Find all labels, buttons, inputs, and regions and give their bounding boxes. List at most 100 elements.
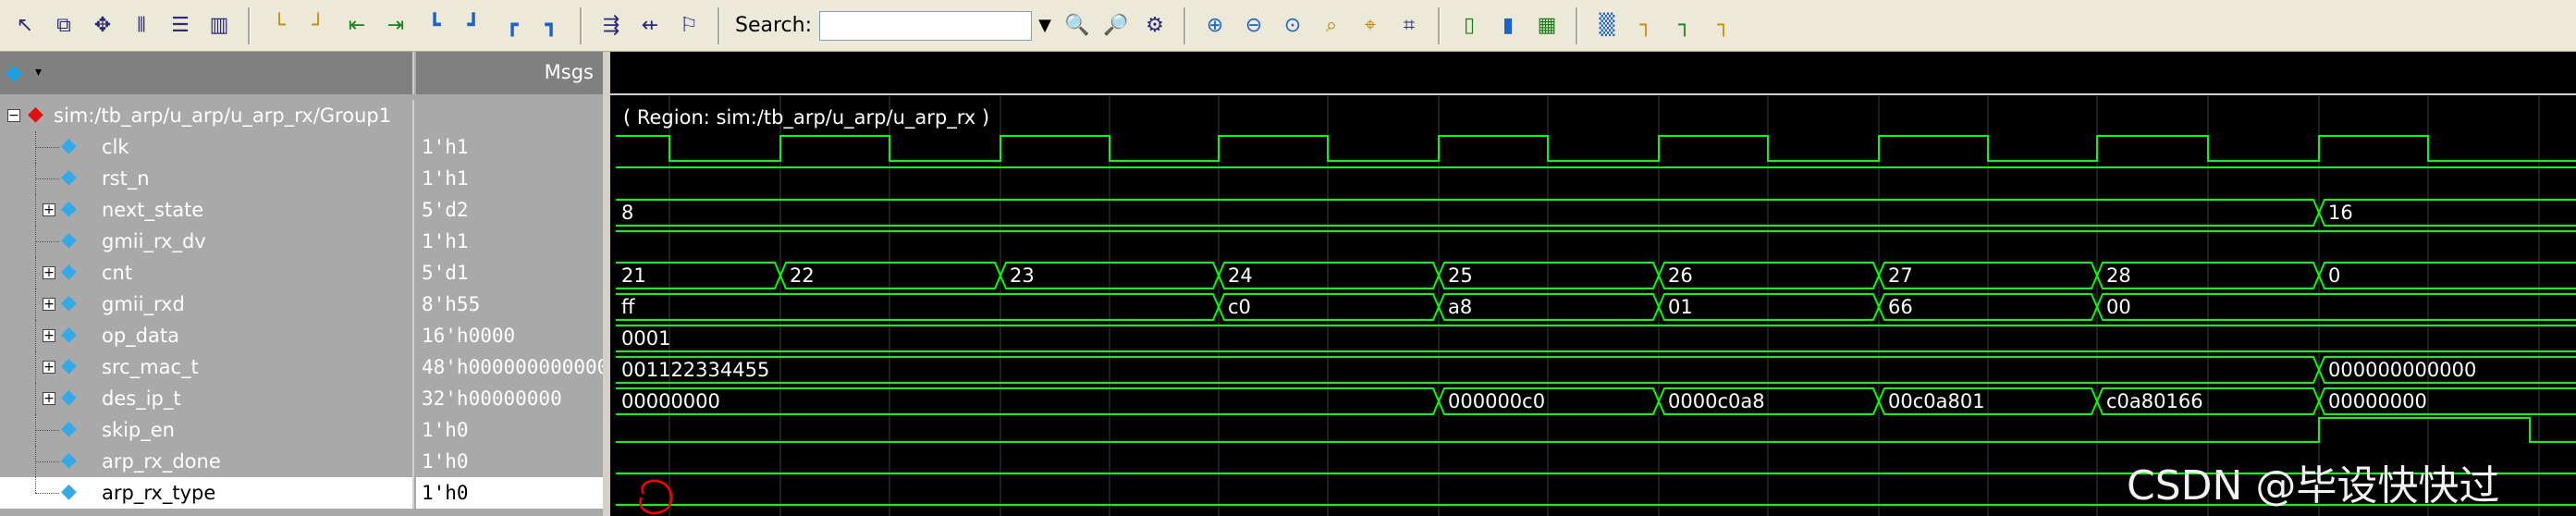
collapse-icon[interactable]: − <box>7 109 20 122</box>
signal-icon: ◆ <box>61 228 77 252</box>
signal-row-gmii-rxd[interactable]: + ◆ gmii_rxd 8'h55 <box>0 289 603 320</box>
signal-row-op-data[interactable]: + ◆ op_data 16'h0000 <box>0 320 603 351</box>
signal-row-gmii-rx-dv[interactable]: ◆ gmii_rx_dv 1'h1 <box>0 226 603 257</box>
signal-value: 1'h0 <box>422 419 469 441</box>
next-edge-icon[interactable]: ⇥ <box>378 8 413 43</box>
bus-icon: ◆ <box>61 323 77 346</box>
signal-row-arp-rx-done[interactable]: ◆ arp_rx_done 1'h0 <box>0 446 603 477</box>
signal-value: 32'h00000000 <box>422 387 562 410</box>
prev-falling-edge-icon[interactable]: ┗ <box>417 8 452 43</box>
insert-cursor-icon[interactable]: └ <box>262 8 297 43</box>
cnt-bus: 21 22 23 24 25 26 27 28 0 <box>616 262 2576 289</box>
prev-edge-icon[interactable]: ⇤ <box>339 8 374 43</box>
msgs-header: Msgs <box>416 52 603 94</box>
signal-icon: ◆ <box>61 134 77 157</box>
search-input[interactable] <box>819 10 1032 41</box>
toolbar-separator <box>1576 6 1578 44</box>
zoom-window-icon[interactable]: ⧉ <box>46 8 81 43</box>
waveform-canvas: ( Region: sim:/tb_arp/u_arp/u_arp_rx ) 8… <box>610 52 2576 516</box>
expand-icon[interactable]: + <box>43 329 55 342</box>
list-cursor-icon[interactable]: ☰ <box>163 8 198 43</box>
signal-panel: ◆ ▾ Msgs − ◆ sim:/tb_arp/u_arp/u_arp_rx/… <box>0 52 608 516</box>
signal-row-clk[interactable]: ◆ clk 1'h1 <box>0 131 603 163</box>
bus-label: 28 <box>2106 264 2131 287</box>
pan-icon[interactable]: ✥ <box>85 8 120 43</box>
zoom-in-icon[interactable]: ⊕ <box>1197 8 1233 43</box>
toolbar-separator <box>248 6 251 44</box>
cursor-bars-icon[interactable]: ⫴ <box>124 8 159 43</box>
zoom-last-icon[interactable]: ⌗ <box>1392 8 1427 43</box>
bus-label: 00000000 <box>621 390 720 412</box>
signal-value: 1'h0 <box>416 477 603 509</box>
expand-icon[interactable]: + <box>43 203 55 216</box>
wave-style-3-icon[interactable]: ┐ <box>1667 8 1702 43</box>
chevron-down-icon[interactable]: ▾ <box>35 65 42 80</box>
signal-groups-icon[interactable]: ◆ <box>6 59 22 85</box>
bus-label: 21 <box>621 264 646 287</box>
search-options-icon[interactable]: ⚙ <box>1137 8 1172 43</box>
skip-en-wave <box>616 417 2576 443</box>
prev-rising-edge-icon[interactable]: ┏ <box>495 8 530 43</box>
toolbar-separator <box>1438 6 1441 44</box>
expand-icon[interactable]: + <box>43 392 55 405</box>
search-next-icon[interactable]: 🔎 <box>1098 8 1134 43</box>
bus-label: 26 <box>1668 264 1693 287</box>
bus-label: 0 <box>2328 264 2340 287</box>
find-icon[interactable]: ⚐ <box>671 8 706 43</box>
wave-style-4-icon[interactable]: ┐ <box>1706 8 1741 43</box>
bus-label: ff <box>621 296 635 318</box>
bus-label: 25 <box>1448 264 1473 287</box>
pane-divider[interactable] <box>603 52 610 516</box>
wave-format-1-icon[interactable]: ▯ <box>1452 8 1487 43</box>
select-pointer-icon[interactable]: ↖ <box>7 8 43 43</box>
zoom-full-icon[interactable]: ⊙ <box>1275 8 1310 43</box>
bus-label: 16 <box>2328 202 2353 224</box>
des-ip-t-bus: 00000000 000000c0 0000c0a8 00c0a801 c0a8… <box>616 387 2576 415</box>
wave-format-2-icon[interactable]: ▮ <box>1490 8 1526 43</box>
signal-name: sim:/tb_arp/u_arp/u_arp_rx/Group1 <box>54 104 392 127</box>
bus-label: 00c0a801 <box>1888 390 1985 412</box>
bus-label: 00 <box>2106 296 2131 318</box>
search-prev-icon[interactable]: 🔍 <box>1060 8 1095 43</box>
search-label: Search: <box>735 14 812 37</box>
wave-format-3-icon[interactable]: ▦ <box>1529 8 1564 43</box>
bus-icon: ◆ <box>61 291 77 314</box>
next-falling-edge-icon[interactable]: ┛ <box>456 8 491 43</box>
gmii-rxd-bus: ff c0 a8 01 66 00 <box>616 293 2576 321</box>
signal-row-src-mac-t[interactable]: + ◆ src_mac_t 48'h000000000000 <box>0 351 608 383</box>
signal-name: gmii_rx_dv <box>102 230 206 252</box>
next-rising-edge-icon[interactable]: ┓ <box>534 8 569 43</box>
signal-row-next-state[interactable]: + ◆ next_state 5'd2 <box>0 194 603 226</box>
region-label: ( Region: sim:/tb_arp/u_arp/u_arp_rx ) <box>623 106 989 129</box>
collapse-time-icon[interactable]: ⇷ <box>632 8 668 43</box>
expand-time-icon[interactable]: ⇶ <box>594 8 629 43</box>
signal-value: 8'h55 <box>422 293 481 315</box>
waveform-pane[interactable]: ( Region: sim:/tb_arp/u_arp/u_arp_rx ) 8… <box>610 52 2576 516</box>
wave-style-2-icon[interactable]: ┐ <box>1628 8 1663 43</box>
delete-cursor-icon[interactable]: ┘ <box>301 8 336 43</box>
wave-header <box>610 52 2576 94</box>
watermark: CSDN @毕设快快过 <box>2127 462 2499 510</box>
signal-row-rst-n[interactable]: ◆ rst_n 1'h1 <box>0 163 603 194</box>
bus-icon: ◆ <box>61 197 77 220</box>
zoom-range-icon[interactable]: ⌖ <box>1353 8 1388 43</box>
expand-icon[interactable]: + <box>43 361 55 374</box>
signal-row-cnt[interactable]: + ◆ cnt 5'd1 <box>0 257 603 289</box>
signal-value: 5'd2 <box>422 199 469 221</box>
signal-value: 1'h1 <box>422 230 469 252</box>
signal-value: 1'h1 <box>422 136 469 158</box>
wave-style-1-icon[interactable]: ▒ <box>1589 8 1625 43</box>
signal-row-des-ip-t[interactable]: + ◆ des_ip_t 32'h00000000 <box>0 383 603 414</box>
zoom-cursor-icon[interactable]: ⌕ <box>1314 8 1349 43</box>
chevron-down-icon[interactable]: ▼ <box>1032 11 1058 41</box>
zoom-out-icon[interactable]: ⊖ <box>1236 8 1271 43</box>
signal-row-skip-en[interactable]: ◆ skip_en 1'h0 <box>0 414 603 446</box>
run-stop-icon[interactable]: ▥ <box>202 8 237 43</box>
msgs-header-label: Msgs <box>544 61 594 83</box>
signal-row-group[interactable]: − ◆ sim:/tb_arp/u_arp/u_arp_rx/Group1 <box>0 100 603 131</box>
expand-icon[interactable]: + <box>43 298 55 311</box>
signal-row-arp-rx-type[interactable]: ◆ arp_rx_type 1'h0 <box>0 477 603 509</box>
bus-label: 8 <box>621 202 633 224</box>
output-signal-icon: ◆ <box>61 480 77 503</box>
expand-icon[interactable]: + <box>43 266 55 279</box>
